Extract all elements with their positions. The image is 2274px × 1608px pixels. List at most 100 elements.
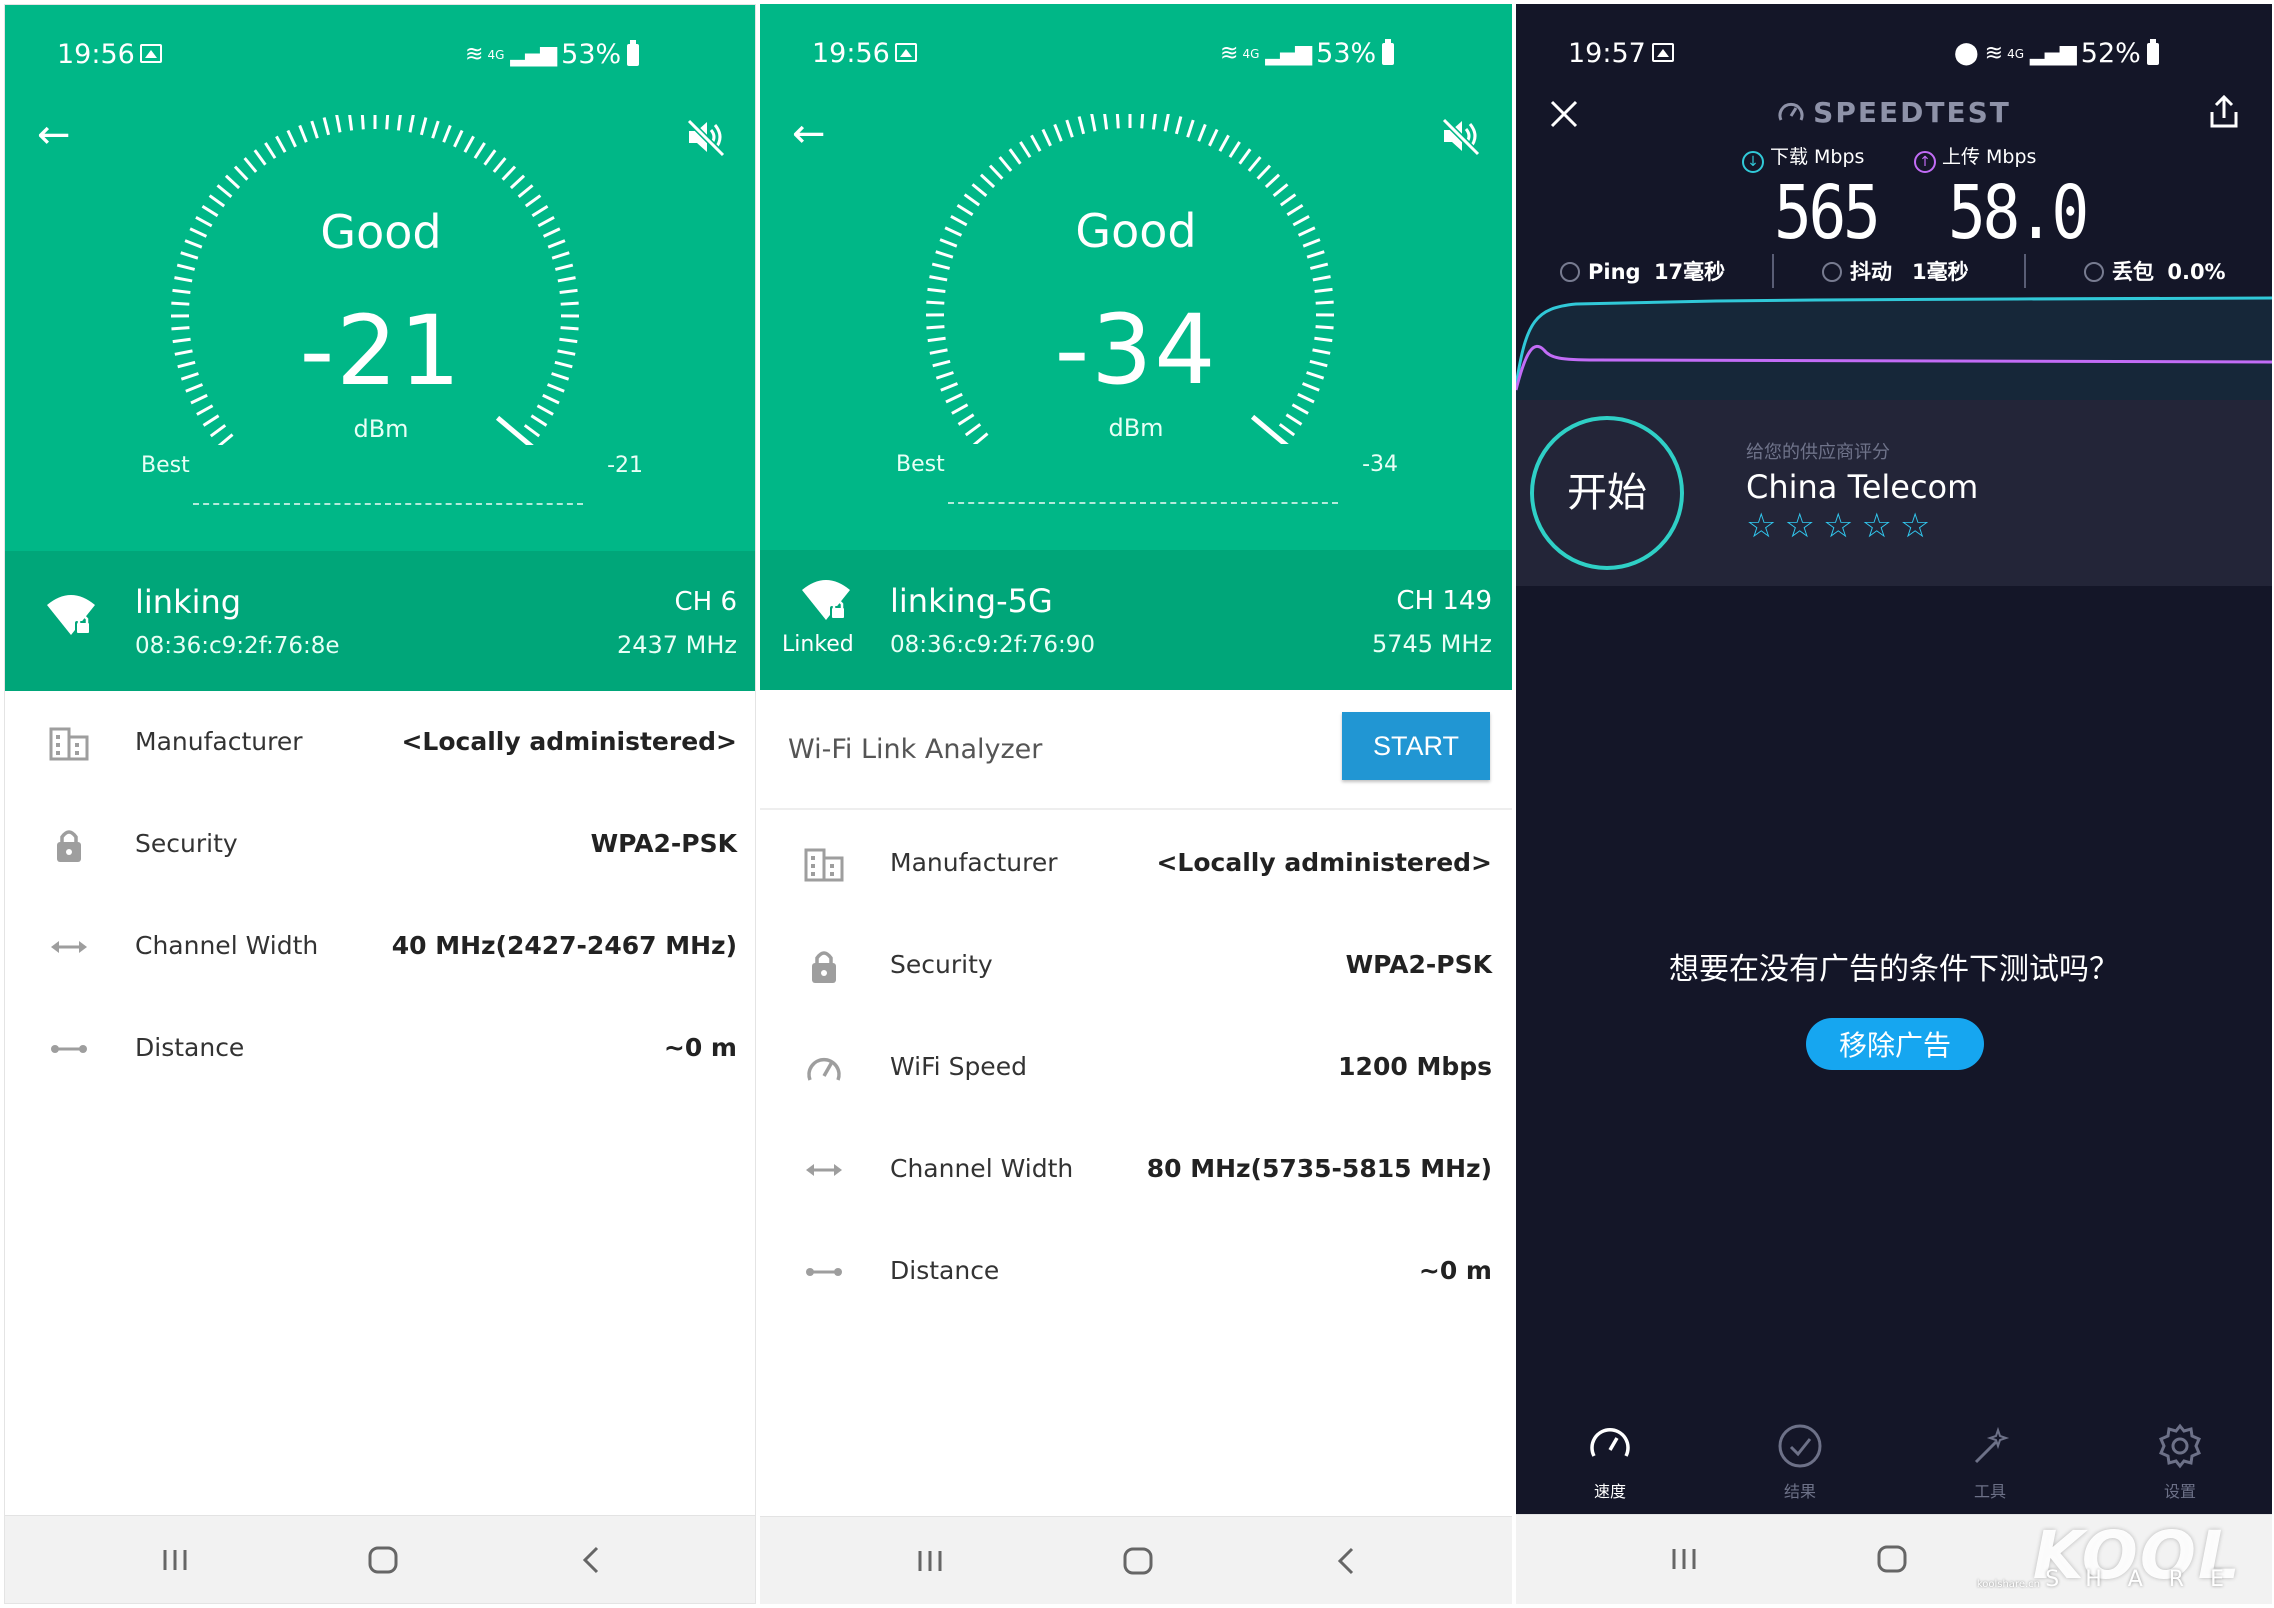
row-value: WPA2-PSK	[590, 829, 737, 858]
gauge-tick	[360, 115, 365, 130]
image-notification-icon	[140, 44, 162, 63]
gauge-tick	[1256, 164, 1272, 180]
signal-header: 19:56 ≋ 4G ▂▄▆ 53% ← Good -21 dBm Best -…	[5, 5, 755, 551]
start-button[interactable]: START	[1342, 712, 1490, 780]
gauge-tick	[483, 149, 497, 166]
jitter-value: 1毫秒	[1912, 260, 1969, 284]
network-info-bar[interactable]: Linked linking-5G 08:36:c9:2f:76:90 CH 1…	[760, 550, 1512, 690]
row-label: Security	[135, 829, 238, 858]
status-bar: 19:56 ≋ 4G ▂▄▆ 53%	[5, 5, 755, 83]
tab-speed[interactable]: 速度	[1540, 1422, 1680, 1502]
row-value: 40 MHz(2427-2467 MHz)	[391, 931, 737, 960]
rating-stars-icon[interactable]: ☆☆☆☆☆	[1746, 506, 1938, 546]
gauge-tick	[998, 156, 1013, 172]
lock-icon	[57, 830, 81, 862]
gauge-tick	[176, 263, 196, 271]
gauge-tick	[931, 262, 951, 270]
gauge-tick	[224, 174, 241, 190]
download-arrow-icon: ↓	[1742, 151, 1764, 173]
best-value: -34	[1362, 452, 1398, 477]
ping-icon	[1560, 262, 1580, 282]
frequency: 5745 MHz	[1371, 630, 1492, 658]
gauge-tick	[1314, 287, 1333, 294]
gauge-tick	[298, 124, 308, 143]
channel: CH 149	[1396, 586, 1492, 616]
tab-tools[interactable]: 工具	[1920, 1422, 2060, 1502]
row-label: Distance	[135, 1033, 245, 1062]
upload-value: 58.0	[1948, 170, 2089, 256]
cell-signal-icon: ▂▄▆	[1265, 41, 1312, 66]
gauge-tick	[442, 124, 452, 143]
speedtest-title: SPEEDTEST	[1516, 96, 2272, 129]
history-dashed-line	[948, 502, 1338, 504]
home-icon[interactable]	[1118, 1541, 1158, 1581]
tab-settings[interactable]: 设置	[2110, 1422, 2250, 1502]
tab-label: 结果	[1783, 1482, 1816, 1501]
gauge-tick	[1030, 134, 1042, 152]
back-arrow-icon[interactable]: ←	[37, 113, 81, 157]
jitter-icon	[1822, 262, 1842, 282]
gauge-tick	[1041, 128, 1052, 147]
gauge-tick	[473, 142, 486, 159]
jitter-metric: 抖动 1毫秒	[1822, 256, 1969, 286]
recent-apps-icon[interactable]	[910, 1541, 950, 1581]
recent-apps-icon[interactable]	[155, 1540, 195, 1580]
wifi-lock-icon	[802, 580, 850, 620]
download-label-text: 下载 Mbps	[1770, 146, 1865, 168]
linked-label: Linked	[782, 632, 854, 657]
recent-apps-icon[interactable]	[1664, 1539, 1704, 1579]
remove-ads-button[interactable]: 移除广告	[1806, 1018, 1984, 1070]
signal-unit: dBm	[353, 415, 409, 443]
go-button[interactable]: 开始	[1530, 416, 1684, 570]
gauge-tick	[971, 183, 988, 197]
tab-results[interactable]: 结果	[1730, 1422, 1870, 1502]
back-icon[interactable]	[571, 1540, 611, 1580]
network-type: 4G	[487, 47, 505, 62]
battery-icon	[627, 39, 640, 66]
share-icon[interactable]	[2204, 92, 2244, 132]
wifi-lock-icon	[47, 595, 95, 635]
wifi-analyzer-panel-5g: 19:56 ≋ 4G ▂▄▆ 53% ← Good -34 dBm Best -…	[760, 4, 1512, 1604]
gauge-tick	[348, 115, 354, 131]
network-type: 4G	[2007, 46, 2024, 61]
packet-loss-icon	[2084, 262, 2104, 282]
gauge-tick	[1309, 262, 1329, 270]
signal-header: 19:56 ≋ 4G ▂▄▆ 53% ← Good -34 dBm Best -…	[760, 4, 1512, 550]
location-icon: ⬤	[1954, 41, 1979, 66]
ping-label: Ping	[1588, 260, 1641, 284]
check-circle-icon	[1778, 1424, 1822, 1468]
home-icon[interactable]	[363, 1540, 403, 1580]
tab-label: 速度	[1593, 1482, 1626, 1501]
width-arrows-icon	[51, 941, 87, 953]
back-arrow-icon[interactable]: ←	[792, 112, 836, 156]
back-icon[interactable]	[1326, 1541, 1366, 1581]
gauge-tick	[1115, 114, 1120, 129]
koolshare-url: koolshare.cn	[1976, 1579, 2040, 1590]
best-label: Best	[896, 452, 945, 477]
status-time: 19:57	[1568, 38, 1646, 69]
sound-off-icon[interactable]	[1438, 114, 1482, 158]
sound-off-icon[interactable]	[683, 115, 727, 159]
gauge-tick	[286, 129, 297, 148]
network-info-bar[interactable]: linking 08:36:c9:2f:76:8e CH 6 2437 MHz	[5, 551, 755, 691]
battery-percent: 53%	[1316, 38, 1377, 69]
best-value: -21	[607, 453, 643, 478]
gear-icon	[2159, 1423, 2201, 1469]
gauge-tick	[1090, 114, 1097, 132]
gauge-tick	[463, 135, 475, 153]
row-value: <Locally administered>	[401, 727, 737, 756]
signal-strength-value: -34	[1054, 294, 1218, 406]
gauge-tick	[275, 135, 287, 153]
row-value: ~0 m	[1418, 1256, 1492, 1285]
gauge-tick	[174, 276, 193, 283]
gauge-tick	[1151, 114, 1157, 130]
speed-tab-icon	[1590, 1428, 1630, 1457]
home-icon[interactable]	[1872, 1539, 1912, 1579]
gauge-tick	[1218, 134, 1230, 152]
ping-metric: Ping 17毫秒	[1560, 256, 1725, 286]
jitter-label: 抖动	[1850, 260, 1892, 284]
row-value: 80 MHz(5735-5815 MHz)	[1146, 1154, 1492, 1183]
gauge-tick	[172, 288, 191, 295]
gauge-tick	[1174, 116, 1183, 135]
ssid-name: linking	[135, 583, 242, 621]
